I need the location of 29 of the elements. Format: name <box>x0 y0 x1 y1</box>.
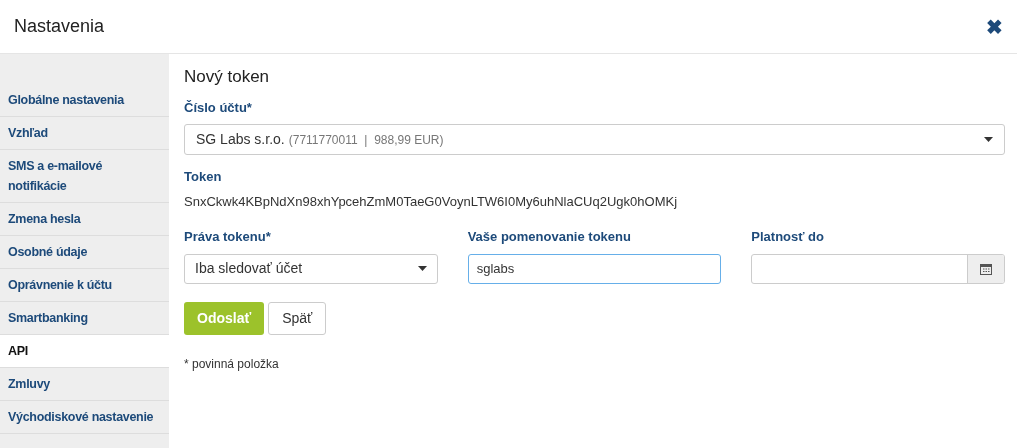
caret-icon <box>984 137 993 142</box>
sidebar-item[interactable]: Zmena hesla <box>0 203 169 236</box>
caret-icon <box>417 266 427 271</box>
field-label: Práva tokenu* <box>184 228 272 246</box>
sidebar-item[interactable]: Východiskové nastavenie <box>0 401 169 434</box>
form-title: Nový token <box>184 66 271 88</box>
sidebar-item[interactable]: Zmluvy <box>0 368 169 401</box>
sidebar-item[interactable]: Oprávnenie k účtu <box>0 269 169 302</box>
back-button[interactable]: Späť <box>268 301 327 335</box>
sidebar-item[interactable]: SMS a e-mailové notifikácie <box>0 150 169 203</box>
field-label: Vaše pomenovanie tokenu <box>467 228 632 246</box>
sidebar-item[interactable]: Osobné údaje <box>0 236 169 269</box>
rights-select[interactable]: Iba sledovať účet <box>184 253 438 284</box>
account-detail: (7711770011 | 988,99 EUR) <box>288 131 444 149</box>
account-name: SG Labs s.r.o. <box>196 130 285 149</box>
field-label: Platnosť do <box>751 228 825 246</box>
window-title: Nastavenia <box>14 15 105 38</box>
field-label: Číslo účtu* <box>184 98 253 117</box>
sidebar-item[interactable]: Vzhľad <box>0 117 169 150</box>
sidebar-item[interactable]: API <box>0 335 169 368</box>
token-value: SnxCkwk4KBpNdXn98xhYpcehZmM0TaeG0VoynLTW6I0My6uhNlaCUq2Ugk0hOMKj <box>184 192 679 211</box>
sidebar-item[interactable]: Globálne nastavenia <box>0 84 169 117</box>
account-select[interactable]: SG Labs s.r.o. (7711770011 | 988,99 EUR) <box>184 124 1005 155</box>
close-button[interactable]: ✖ <box>986 16 1003 37</box>
field-label: Token <box>184 168 223 186</box>
calendar-icon <box>980 262 992 275</box>
input-field[interactable]: sglabs <box>467 253 722 284</box>
required-note: * povinná položka <box>184 355 280 373</box>
date-field[interactable] <box>751 253 1005 284</box>
